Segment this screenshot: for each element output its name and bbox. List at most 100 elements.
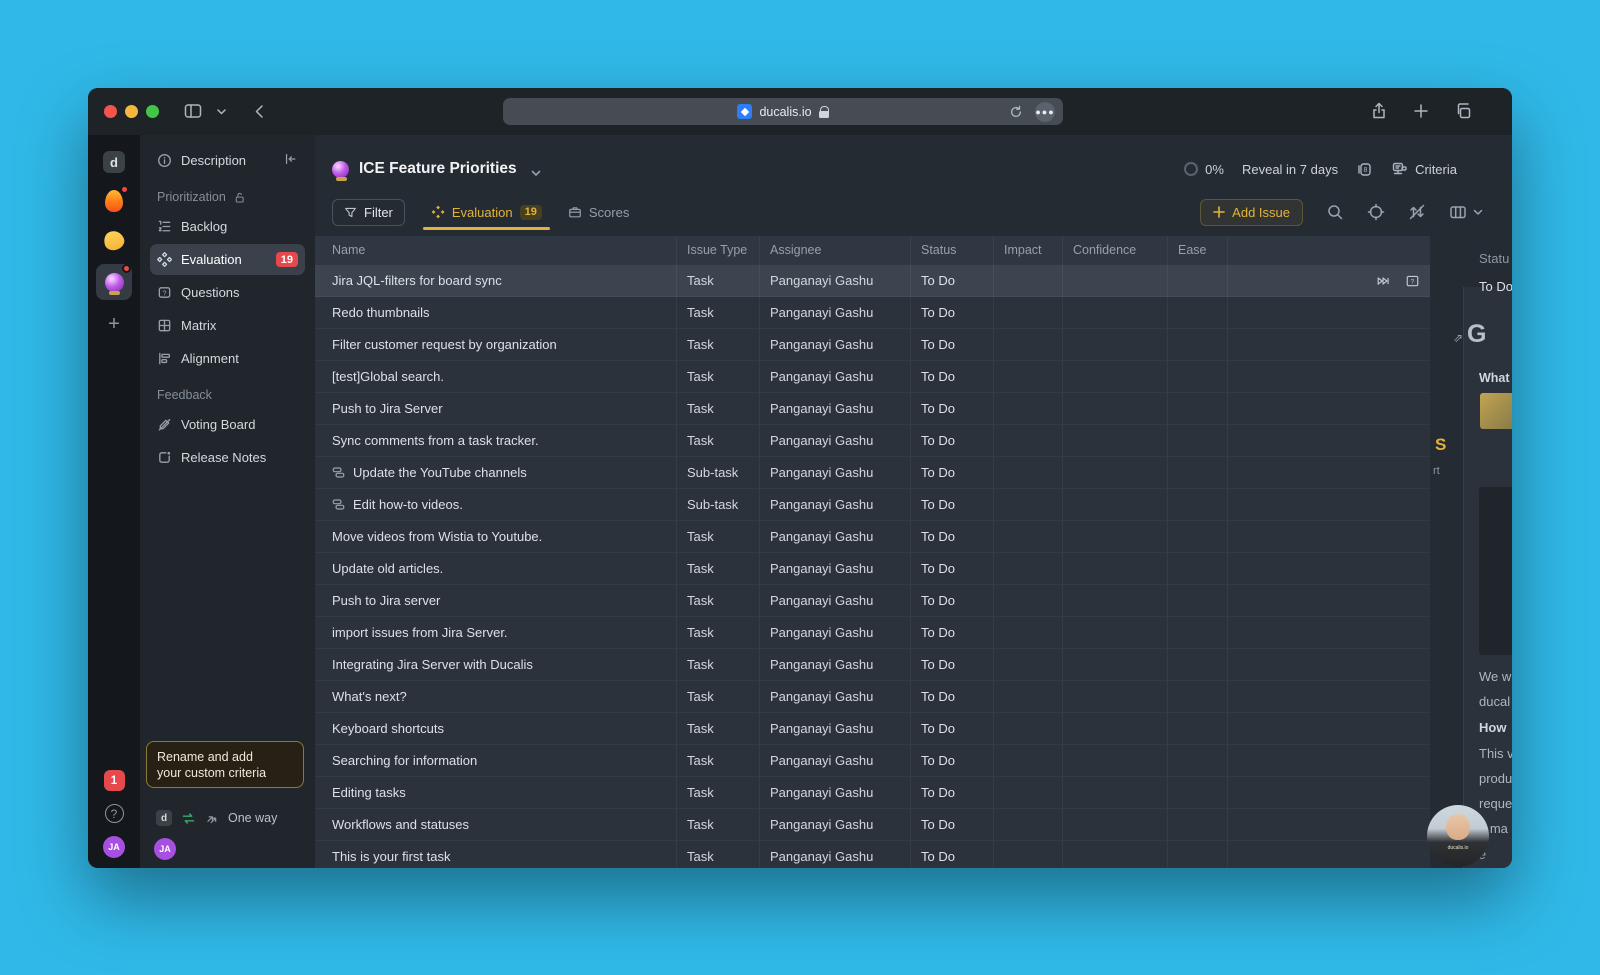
chevron-down-icon[interactable] <box>531 164 541 174</box>
address-bar[interactable]: ducalis.io ●●● <box>503 98 1063 125</box>
ease-cell[interactable] <box>1168 521 1228 552</box>
filter-button[interactable]: Filter <box>332 199 405 226</box>
board-fire-icon[interactable] <box>99 186 129 216</box>
confidence-cell[interactable] <box>1063 713 1168 744</box>
issue-assignee[interactable]: Panganayi Gashu <box>760 329 911 360</box>
help-icon[interactable]: ? <box>105 804 124 823</box>
issue-assignee[interactable]: Panganayi Gashu <box>760 745 911 776</box>
confidence-cell[interactable] <box>1063 745 1168 776</box>
sidebar-item-evaluation[interactable]: Evaluation 19 <box>150 244 305 275</box>
sidebar-item-alignment[interactable]: Voting Board Alignment <box>150 343 305 374</box>
chevron-down-icon[interactable] <box>210 100 232 122</box>
confidence-cell[interactable] <box>1063 553 1168 584</box>
table-row[interactable]: Move videos from Wistia to Youtube. Task… <box>315 521 1430 553</box>
impact-cell[interactable] <box>994 521 1063 552</box>
issue-assignee[interactable]: Panganayi Gashu <box>760 681 911 712</box>
impact-cell[interactable] <box>994 713 1063 744</box>
ease-cell[interactable] <box>1168 329 1228 360</box>
confidence-cell[interactable] <box>1063 457 1168 488</box>
sidebar-item-voting-board[interactable]: Voting Board <box>150 409 305 440</box>
minimize-window-button[interactable] <box>125 105 138 118</box>
table-row[interactable]: Editing tasks Task Panganayi Gashu To Do <box>315 777 1430 809</box>
confidence-cell[interactable] <box>1063 489 1168 520</box>
ease-cell[interactable] <box>1168 617 1228 648</box>
issue-status[interactable]: To Do <box>911 713 994 744</box>
issue-status[interactable]: To Do <box>911 393 994 424</box>
sidebar-toggle-icon[interactable] <box>182 100 204 122</box>
issue-assignee[interactable]: Panganayi Gashu <box>760 521 911 552</box>
issue-assignee[interactable]: Panganayi Gashu <box>760 809 911 840</box>
ease-cell[interactable] <box>1168 649 1228 680</box>
impact-cell[interactable] <box>994 489 1063 520</box>
column-header-assignee[interactable]: Assignee <box>760 236 911 265</box>
impact-cell[interactable] <box>994 425 1063 456</box>
issue-status[interactable]: To Do <box>911 297 994 328</box>
confidence-cell[interactable] <box>1063 425 1168 456</box>
impact-cell[interactable] <box>994 329 1063 360</box>
sidebar-user-avatar[interactable]: JA <box>154 838 176 860</box>
tab-scores[interactable]: Scores <box>568 205 629 220</box>
confidence-cell[interactable] <box>1063 393 1168 424</box>
ease-cell[interactable] <box>1168 809 1228 840</box>
sort-icon[interactable] <box>1408 203 1426 221</box>
confidence-cell[interactable] <box>1063 681 1168 712</box>
confidence-cell[interactable] <box>1063 361 1168 392</box>
table-row[interactable]: What's next? Task Panganayi Gashu To Do <box>315 681 1430 713</box>
issue-status[interactable]: To Do <box>911 457 994 488</box>
issue-assignee[interactable]: Panganayi Gashu <box>760 649 911 680</box>
skip-icon[interactable] <box>1375 274 1391 288</box>
issue-status[interactable]: To Do <box>911 777 994 808</box>
impact-cell[interactable] <box>994 617 1063 648</box>
confidence-cell[interactable] <box>1063 809 1168 840</box>
share-icon[interactable] <box>1368 100 1390 122</box>
reload-icon[interactable] <box>1005 101 1027 123</box>
board-hand-icon[interactable] <box>99 225 129 255</box>
impact-cell[interactable] <box>994 745 1063 776</box>
confidence-cell[interactable] <box>1063 841 1168 868</box>
table-row[interactable]: Push to Jira Server Task Panganayi Gashu… <box>315 393 1430 425</box>
table-row[interactable]: Redo thumbnails Task Panganayi Gashu To … <box>315 297 1430 329</box>
impact-cell[interactable] <box>994 553 1063 584</box>
issue-assignee[interactable]: Panganayi Gashu <box>760 585 911 616</box>
issue-assignee[interactable]: Panganayi Gashu <box>760 553 911 584</box>
column-header-ease[interactable]: Ease <box>1168 236 1228 265</box>
issue-status[interactable]: To Do <box>911 809 994 840</box>
ease-cell[interactable] <box>1168 713 1228 744</box>
ease-cell[interactable] <box>1168 297 1228 328</box>
column-header-name[interactable]: Name <box>315 236 677 265</box>
columns-menu[interactable] <box>1449 203 1483 221</box>
impact-cell[interactable] <box>994 457 1063 488</box>
help-box-icon[interactable]: ? <box>1405 274 1420 288</box>
table-row[interactable]: Sync comments from a task tracker. Task … <box>315 425 1430 457</box>
confidence-cell[interactable] <box>1063 297 1168 328</box>
confidence-cell[interactable] <box>1063 521 1168 552</box>
issue-status[interactable]: To Do <box>911 265 994 296</box>
ease-cell[interactable] <box>1168 681 1228 712</box>
ease-cell[interactable] <box>1168 841 1228 868</box>
ease-cell[interactable] <box>1168 393 1228 424</box>
ease-cell[interactable] <box>1168 265 1228 296</box>
impact-cell[interactable] <box>994 841 1063 868</box>
confidence-cell[interactable] <box>1063 329 1168 360</box>
issue-assignee[interactable]: Panganayi Gashu <box>760 425 911 456</box>
issue-assignee[interactable]: Panganayi Gashu <box>760 489 911 520</box>
tab-evaluation[interactable]: Evaluation 19 <box>431 205 542 220</box>
board-title-group[interactable]: ICE Feature Priorities <box>332 160 541 178</box>
issue-status[interactable]: To Do <box>911 745 994 776</box>
panel-thumbnail[interactable] <box>1480 393 1512 429</box>
support-chat-avatar[interactable] <box>1427 805 1489 867</box>
confidence-cell[interactable] <box>1063 585 1168 616</box>
issue-status[interactable]: To Do <box>911 361 994 392</box>
confidence-cell[interactable] <box>1063 649 1168 680</box>
page-menu-icon[interactable]: ●●● <box>1035 102 1055 122</box>
impact-cell[interactable] <box>994 393 1063 424</box>
ease-cell[interactable] <box>1168 585 1228 616</box>
board-crystal-ball-icon[interactable] <box>96 264 132 300</box>
table-row[interactable]: import issues from Jira Server. Task Pan… <box>315 617 1430 649</box>
close-window-button[interactable] <box>104 105 117 118</box>
issue-assignee[interactable]: Panganayi Gashu <box>760 265 911 296</box>
issue-status[interactable]: To Do <box>911 553 994 584</box>
table-row[interactable]: Workflows and statuses Task Panganayi Ga… <box>315 809 1430 841</box>
ease-cell[interactable] <box>1168 361 1228 392</box>
ease-cell[interactable] <box>1168 745 1228 776</box>
